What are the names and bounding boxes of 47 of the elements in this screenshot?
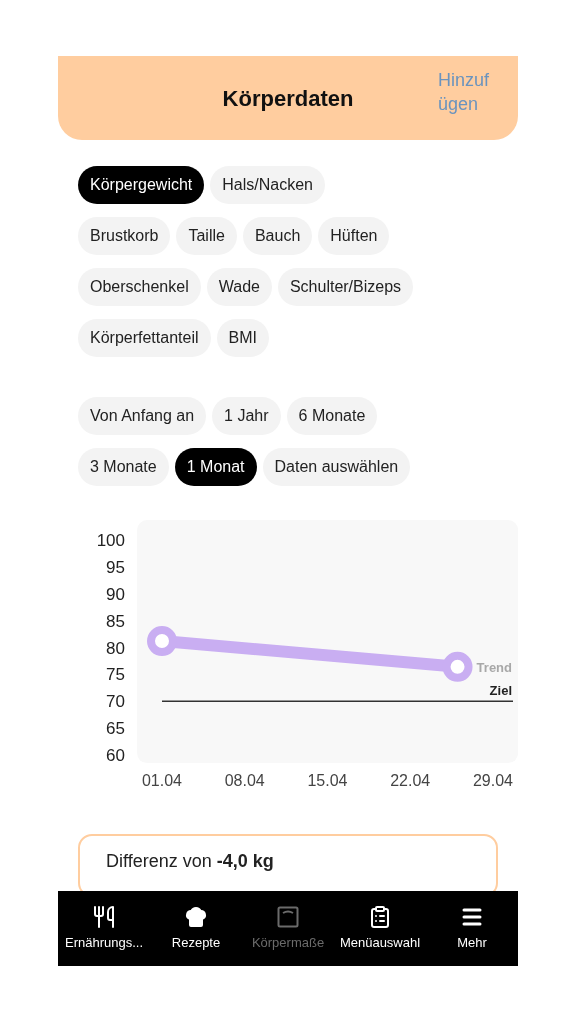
filter-chip[interactable]: 3 Monate: [78, 448, 169, 486]
y-tick-label: 95: [106, 557, 125, 577]
x-tick-label: 22.04: [390, 772, 431, 789]
filter-chip[interactable]: Körperfettanteil: [78, 319, 211, 357]
nav-tab[interactable]: Rezepte: [150, 904, 242, 953]
x-tick-label: 15.04: [307, 772, 348, 789]
filter-chip[interactable]: Hals/Nacken: [210, 166, 325, 204]
data-point: [442, 651, 473, 682]
fork-knife-icon: [92, 904, 116, 929]
filter-chip[interactable]: 6 Monate: [286, 397, 378, 435]
page-title: Körperdaten: [222, 84, 354, 113]
chef-hat-icon: [184, 904, 208, 929]
data-point: [147, 626, 177, 657]
filter-chip[interactable]: 1 Jahr: [212, 397, 281, 435]
filter-chip[interactable]: Schulter/Bizeps: [277, 268, 414, 306]
y-tick-label: 70: [106, 692, 125, 712]
scale-icon: [276, 904, 300, 929]
y-tick-label: 90: [106, 584, 125, 604]
y-tick-label: 65: [106, 719, 125, 739]
filter-chip[interactable]: 1 Monat: [174, 448, 257, 486]
x-tick-label: 29.04: [473, 772, 513, 789]
filter-chip[interactable]: Brustkorb: [78, 217, 171, 255]
nav-tab[interactable]: Ernährungs...: [58, 904, 150, 953]
x-tick-label: 01.04: [142, 772, 182, 789]
x-tick-label: 08.04: [224, 772, 265, 789]
nav-tab[interactable]: Mehr: [426, 904, 518, 953]
y-tick-label: 85: [106, 611, 125, 631]
filter-chip[interactable]: Taille: [176, 217, 237, 255]
filter-chip[interactable]: Daten auswählen: [262, 448, 411, 486]
ref-line-label: Ziel: [489, 683, 512, 699]
nav-tab[interactable]: Körpermaße: [242, 904, 334, 953]
filter-chip[interactable]: Bauch: [242, 217, 313, 255]
goal-line: Ziel: [161, 683, 514, 702]
filter-chip[interactable]: BMI: [216, 319, 269, 357]
filter-chip[interactable]: Hüften: [318, 217, 390, 255]
filter-chip[interactable]: Wade: [206, 268, 272, 306]
filter-chip[interactable]: Von Anfang an: [78, 397, 207, 435]
series-label: Trend: [476, 659, 512, 675]
clipboard-icon: [368, 904, 392, 929]
filter-chip[interactable]: Oberschenkel: [78, 268, 201, 306]
filter-chip[interactable]: Körpergewicht: [78, 166, 205, 204]
y-tick-label: 100: [96, 531, 125, 550]
y-tick-label: 80: [106, 638, 125, 658]
nav-tab[interactable]: Menüauswahl: [334, 904, 426, 953]
difference-text: Differenz von -4,0 kg: [106, 851, 274, 871]
y-tick-label: 60: [106, 746, 125, 765]
y-tick-label: 75: [106, 665, 125, 685]
